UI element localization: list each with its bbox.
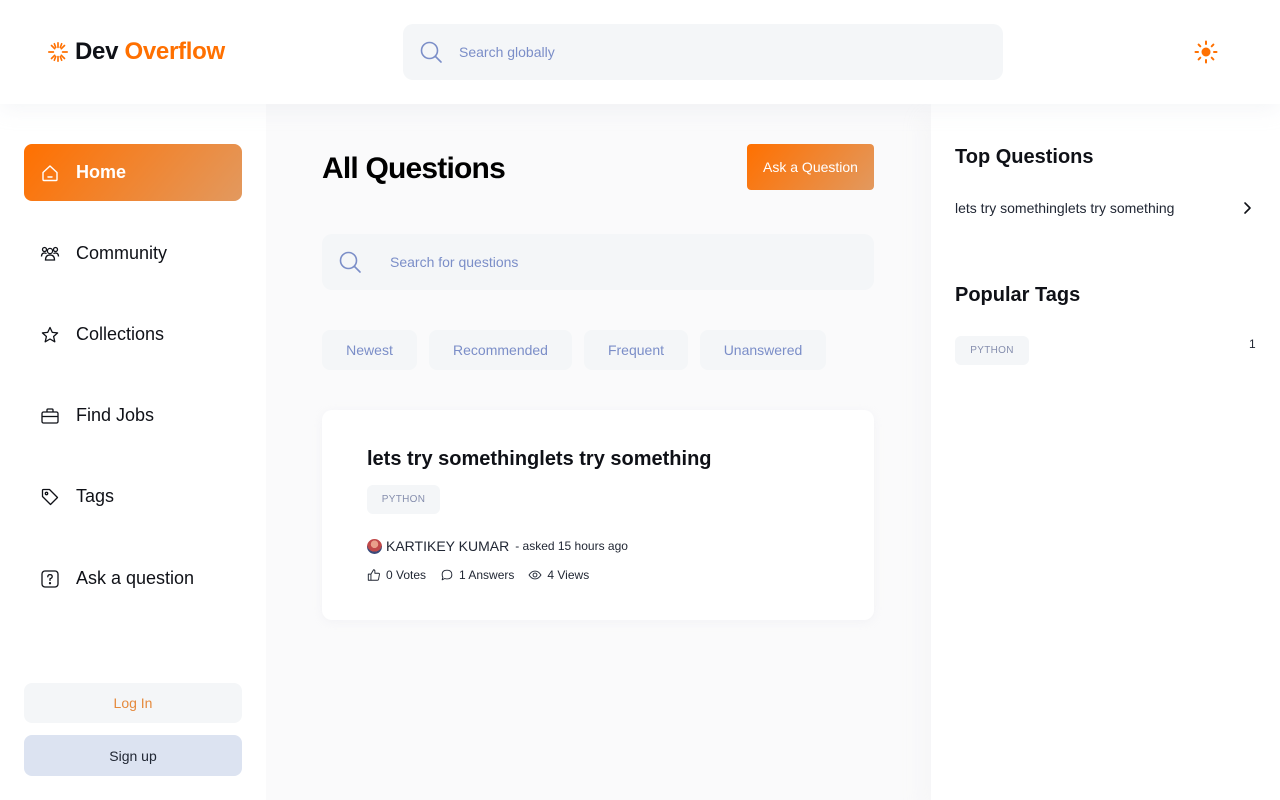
sidebar-item-home[interactable]: Home xyxy=(24,144,242,201)
sidebar-item-label: Community xyxy=(76,243,168,263)
sidebar-item-ask-question[interactable]: Ask a question xyxy=(24,550,242,607)
left-sidebar: Home Community Collections Find Jobs Tag… xyxy=(0,104,266,800)
logo-mark-icon xyxy=(48,42,68,62)
signup-button[interactable]: Sign up xyxy=(24,735,242,776)
page-title: All Questions xyxy=(322,152,506,185)
users-icon xyxy=(40,246,60,261)
global-search-input[interactable]: Search globally xyxy=(403,24,1003,80)
sidebar-item-label: Find Jobs xyxy=(76,405,155,425)
question-author[interactable]: KARTIKEY KUMAR - asked 15 hours ago xyxy=(367,538,628,554)
question-search-input[interactable]: Search for questions xyxy=(322,234,874,290)
top-question-text: lets try somethinglets try something xyxy=(955,200,1175,216)
views-metric: 4 Views xyxy=(528,568,589,582)
tag-question-count: 1 xyxy=(1249,337,1256,351)
sun-icon[interactable] xyxy=(1194,40,1218,64)
chevron-right-icon xyxy=(1244,202,1251,214)
star-icon xyxy=(41,326,59,342)
right-sidebar: Top Questions lets try somethinglets try… xyxy=(931,104,1280,800)
sidebar-item-label: Home xyxy=(76,162,127,182)
top-question-item[interactable]: lets try somethinglets try something xyxy=(955,200,1255,216)
filter-recommended[interactable]: Recommended xyxy=(429,330,572,370)
sidebar-item-label: Collections xyxy=(76,324,165,344)
question-search-placeholder: Search for questions xyxy=(390,254,519,270)
question-tag[interactable]: PYTHON xyxy=(367,485,440,514)
filter-unanswered[interactable]: Unanswered xyxy=(700,330,826,370)
sidebar-item-label: Tags xyxy=(76,486,115,506)
views-count: 4 Views xyxy=(547,568,590,582)
popular-tags-title: Popular Tags xyxy=(955,284,1081,306)
search-icon xyxy=(420,41,442,63)
votes-count: 0 Votes xyxy=(386,568,427,582)
login-button[interactable]: Log In xyxy=(24,683,242,723)
answers-metric: 1 Answers xyxy=(440,568,514,582)
question-card: lets try somethinglets try something PYT… xyxy=(322,410,874,620)
sidebar-item-collections[interactable]: Collections xyxy=(24,306,242,363)
filter-newest[interactable]: Newest xyxy=(322,330,417,370)
avatar xyxy=(367,538,382,554)
asked-time: - asked 15 hours ago xyxy=(515,539,628,553)
global-search-placeholder: Search globally xyxy=(459,44,555,60)
question-title[interactable]: lets try somethinglets try something xyxy=(367,448,712,471)
sidebar-item-find-jobs[interactable]: Find Jobs xyxy=(24,387,242,444)
search-icon xyxy=(339,251,361,273)
filter-frequent[interactable]: Frequent xyxy=(584,330,688,370)
logo-text: Dev Overflow xyxy=(75,38,225,66)
logo[interactable]: Dev Overflow xyxy=(47,38,225,66)
question-metrics: 0 Votes 1 Answers 4 Views xyxy=(367,568,589,582)
main-content: All Questions Ask a Question Search for … xyxy=(266,104,931,800)
sidebar-item-label: Ask a question xyxy=(76,568,195,588)
sidebar-item-community[interactable]: Community xyxy=(24,225,242,282)
sidebar-item-tags[interactable]: Tags xyxy=(24,468,242,525)
question-icon xyxy=(41,569,59,588)
votes-metric: 0 Votes xyxy=(367,568,426,582)
answers-count: 1 Answers xyxy=(459,568,515,582)
ask-question-button[interactable]: Ask a Question xyxy=(747,144,874,190)
thumbs-up-icon xyxy=(367,569,380,581)
eye-icon xyxy=(528,570,542,580)
popular-tag[interactable]: PYTHON xyxy=(955,336,1029,365)
tag-icon xyxy=(41,488,59,505)
home-icon xyxy=(42,164,58,181)
top-questions-title: Top Questions xyxy=(955,146,1094,168)
logo-text-overflow: Overflow xyxy=(124,38,226,65)
message-icon xyxy=(441,569,453,581)
author-name: KARTIKEY KUMAR xyxy=(386,538,510,554)
signup-button-label: Sign up xyxy=(109,747,157,764)
login-button-label: Log In xyxy=(113,695,153,711)
briefcase-icon xyxy=(41,407,59,424)
top-navbar: Dev Overflow Search globally xyxy=(0,0,1280,104)
logo-text-dev: Dev xyxy=(75,38,119,65)
